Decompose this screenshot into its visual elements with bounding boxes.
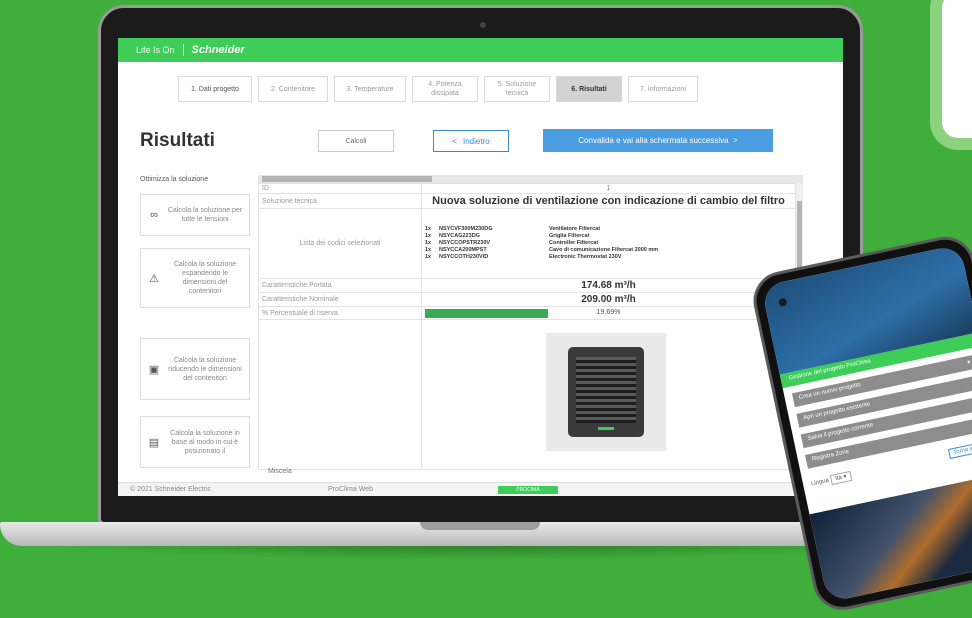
wizard-steps: 1. Dati progetto 2. Contenitore 3. Tempe… [178, 76, 698, 102]
scrollbar-thumb[interactable] [797, 201, 802, 271]
table-row: Caratteristiche Portata 174.68 m³/h [258, 278, 796, 293]
component-qty: 1x [425, 226, 432, 232]
laptop-camera [480, 22, 486, 28]
scrollbar-thumb[interactable] [262, 176, 432, 182]
component-qty: 1x [425, 247, 432, 253]
component-code: NSYCAG223DG [439, 233, 480, 239]
footer-badge: PROCIMA [498, 485, 558, 494]
component-code: NSYCCOTH230VID [439, 254, 489, 260]
table-row: Lista dei codici selezionati 1x NSYCVF300… [258, 208, 796, 279]
chevron-down-icon: ▾ [966, 359, 972, 367]
laptop-notch [420, 522, 540, 530]
nominal-value: 209.00 m³/h [421, 292, 796, 307]
brand-separator [182, 44, 184, 56]
reserve-cell: 19.69% [421, 306, 796, 320]
life-is-on-label: Life Is On [136, 45, 175, 55]
optimize-option-label: Calcola la soluzione riducendo le dimens… [168, 356, 242, 382]
fan-grille-image [568, 347, 644, 437]
phone-button-label: Salva il progetto corrente [807, 422, 874, 443]
step-potenza-dissipata[interactable]: 4. Potenza dissipata [412, 76, 478, 102]
id-value: 1 [421, 183, 796, 194]
warning-icon: ⚠ [149, 272, 159, 285]
reserve-value: 19.69% [596, 309, 621, 316]
indietro-label: Indietro [462, 136, 490, 146]
miscela-label: Miscela [268, 468, 292, 475]
reserve-progress-bar: 19.69% [425, 308, 792, 318]
component-qty: 1x [425, 254, 432, 260]
optimize-reduce-button[interactable]: ▣ Calcola la soluzione riducendo le dime… [140, 338, 250, 400]
step-risultati[interactable]: 6. Risultati [556, 76, 622, 102]
table-row: Soluzione tecnica Nuova soluzione di ven… [258, 193, 796, 209]
page-title: Risultati [140, 130, 215, 151]
optimize-option-label: Calcola la soluzione in base al modo in … [170, 429, 240, 455]
footer-app-name: ProClima Web [328, 486, 373, 493]
component-desc: Ventilatore Filtercat [549, 226, 601, 232]
component-desc: Griglia Filtercat [549, 233, 590, 239]
component-code: NSYCCOPSTR230V [439, 240, 491, 246]
nominal-label: Caratteristiche Nominale [258, 292, 422, 307]
indietro-button[interactable]: < Indietro [433, 130, 509, 152]
components-list: 1x NSYCVF300M230DG Ventilatore Filtercat 1… [425, 224, 792, 263]
component-qty: 1x [425, 240, 432, 246]
document-icon: ▤ [148, 436, 160, 449]
table-row: % Percentuale di riserva 19.69% [258, 306, 796, 320]
phone-language-select[interactable]: Ita ▾ [829, 470, 853, 485]
table-row: ID 1 [258, 183, 796, 194]
results-table: ID 1 Soluzione tecnica Nuova soluzione d… [258, 183, 796, 470]
components-cell: 1x NSYCVF300M230DG Ventilatore Filtercat 1… [421, 208, 796, 279]
optimize-position-button[interactable]: ▤ Calcola la soluzione in base al modo i… [140, 416, 250, 468]
step-informazioni[interactable]: 7. Informazioni [628, 76, 698, 102]
optimize-expand-button[interactable]: ⚠ Calcola la soluzione espandendo le dim… [140, 248, 250, 308]
components-label: Lista dei codici selezionati [258, 208, 422, 279]
solution-value: Nuova soluzione di ventilazione con indi… [421, 193, 796, 209]
component-qty: 1x [425, 233, 432, 239]
step-contenitore[interactable]: 2. Contenitore [258, 76, 328, 102]
phone-bottom-image [809, 472, 972, 603]
optimize-title: Ottimizza la soluzione [140, 176, 209, 183]
calcoli-button[interactable]: Calcoli [318, 130, 394, 152]
phone-back-link[interactable]: Torna indietro [947, 439, 972, 460]
phone-button-label: Registra Zone [811, 448, 850, 463]
step-temperature[interactable]: 3. Temperature [334, 76, 406, 102]
solution-label: Soluzione tecnica [258, 193, 422, 209]
reserve-label: % Percentuale di riserva [258, 306, 422, 320]
component-desc: Cavo di comunicazione Filtercat 2000 mm [549, 247, 659, 253]
component-code: NSYCCA200MPST [439, 247, 487, 253]
brand-logo[interactable]: Schneider [192, 44, 245, 56]
step-soluzione-tecnica[interactable]: 5. Soluzione tecnica [484, 76, 550, 102]
phone-button-label: Crea un nuovo progetto [798, 381, 862, 401]
chevron-left-icon: < [452, 136, 457, 146]
footer-copyright: © 2021 Schneider Electric [130, 486, 212, 493]
component-desc: Controller Filtercat [549, 240, 599, 246]
footer: © 2021 Schneider Electric ProClima Web P… [118, 482, 843, 496]
component-desc: Electronic Thermostat 230V [549, 254, 622, 260]
phone-button-label: Apri un progetto esistente [802, 401, 871, 422]
app-header: Life Is On Schneider [118, 38, 843, 62]
optimize-option-label: Calcola la soluzione per tutte le tensio… [167, 207, 243, 223]
phone-camera [778, 297, 788, 308]
table-row: Caratteristiche Nominale 209.00 m³/h [258, 292, 796, 307]
convalida-label: Convalida e vai alla schermata successiv… [578, 136, 729, 145]
convalida-button[interactable]: Convalida e vai alla schermata successiv… [543, 129, 773, 152]
flow-label: Caratteristiche Portata [258, 278, 422, 293]
component-code: NSYCVF300M230DG [439, 226, 493, 232]
phone-language-label: Lingua [810, 477, 830, 487]
table-row [258, 319, 796, 470]
table-horizontal-scrollbar[interactable] [258, 175, 803, 183]
decorative-card [930, 0, 972, 150]
product-image [546, 333, 666, 451]
optimize-all-voltages-button[interactable]: ∞ Calcola la soluzione per tutte le tens… [140, 194, 250, 236]
chevron-right-icon: > [730, 136, 738, 145]
laptop-screen: Life Is On Schneider 1. Dati progetto 2.… [118, 38, 843, 496]
optimize-option-label: Calcola la soluzione espandendo le dimen… [173, 261, 237, 295]
flow-value: 174.68 m³/h [421, 278, 796, 293]
step-dati-progetto[interactable]: 1. Dati progetto [178, 76, 252, 102]
id-label: ID [258, 183, 422, 194]
cabinet-icon: ▣ [148, 363, 160, 376]
link-icon: ∞ [150, 209, 158, 221]
